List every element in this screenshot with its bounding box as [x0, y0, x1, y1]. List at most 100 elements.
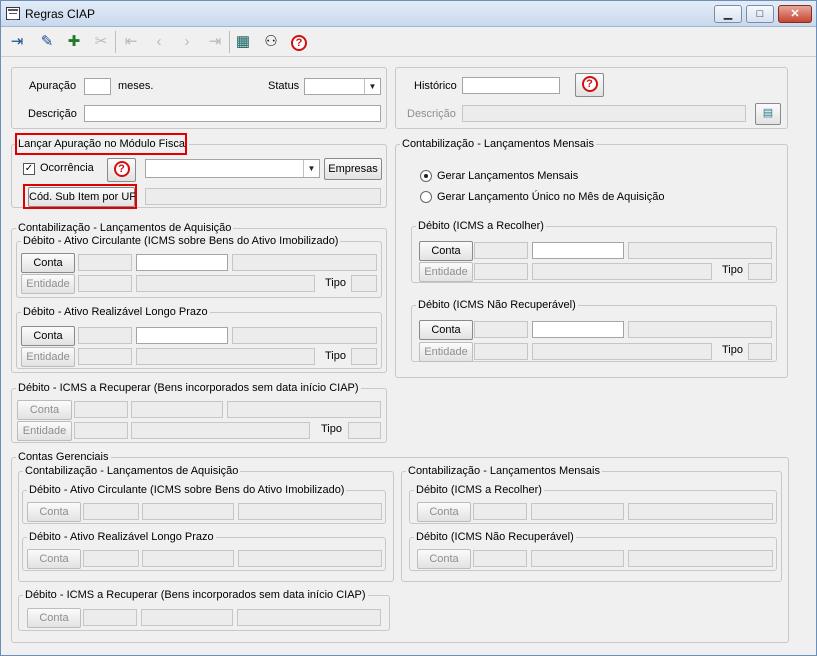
close-button[interactable]: ✕ [778, 5, 812, 23]
icms-recuperar-entidade-button[interactable]: Entidade [17, 421, 72, 441]
icms-nao-recuperavel-desc-field [628, 321, 772, 338]
apuracao-input[interactable] [84, 78, 111, 95]
sub-item-uf-field [145, 188, 381, 205]
contas-gerenciais-legend: Contas Gerenciais [16, 451, 111, 464]
ativo-realizavel-tipo-field [351, 348, 377, 365]
gerenciais-icms-recuperar-desc [237, 609, 381, 626]
icms-nao-recuperavel-conta-button[interactable]: Conta [419, 320, 473, 340]
icms-recolher-tipo-field [748, 263, 772, 280]
toolbar-separator [229, 31, 230, 53]
gerenciais-icms-nao-recuperavel-group: Débito (ICMS Não Recuperável) Conta [409, 531, 777, 571]
icms-recolher-conta-button[interactable]: Conta [419, 241, 473, 261]
contab-aquisicao-legend: Contabilização - Lançamentos de Aquisiçã… [16, 222, 234, 235]
gerenciais-ativo-circulante-desc [238, 503, 382, 520]
icms-recolher-code-field [474, 242, 528, 259]
descricao-input[interactable] [84, 105, 381, 122]
icms-nao-recuperavel-code-field [474, 321, 528, 338]
delete-icon[interactable]: ✂ [89, 30, 113, 54]
icms-nao-recuperavel-legend: Débito (ICMS Não Recuperável) [416, 299, 578, 312]
ocorrencia-label: Ocorrência [40, 162, 94, 174]
help-icon: ? [581, 76, 598, 92]
exit-icon[interactable]: ⇥ [5, 30, 29, 54]
ativo-circulante-desc-field [232, 254, 377, 271]
contab-mensais-legend: Contabilização - Lançamentos Mensais [400, 138, 596, 151]
gerar-unico-radio[interactable] [420, 191, 432, 203]
historico-descricao-field [462, 105, 746, 122]
ativo-realizavel-code-field [78, 327, 132, 344]
list-icon[interactable]: ▤ [755, 103, 781, 125]
ativo-circulante-conta-input[interactable] [136, 254, 228, 271]
title-bar: Regras CIAP ▁ □ ✕ [1, 1, 816, 27]
ativo-circulante-conta-button[interactable]: Conta [21, 253, 75, 273]
icms-nao-recuperavel-conta-input[interactable] [532, 321, 624, 338]
icms-nao-recuperavel-entidade-code [474, 343, 528, 360]
gerenciais-icms-nao-recuperavel-legend: Débito (ICMS Não Recuperável) [414, 531, 576, 544]
gerenciais-mensais-legend: Contabilização - Lançamentos Mensais [406, 465, 602, 478]
icms-recolher-legend: Débito (ICMS a Recolher) [416, 220, 546, 233]
gerenciais-ativo-realizavel-conta-button[interactable]: Conta [27, 549, 81, 569]
historico-help-button[interactable]: ? [575, 73, 604, 97]
gerenciais-icms-nao-recuperavel-conta-button[interactable]: Conta [417, 549, 471, 569]
ativo-realizavel-conta-button[interactable]: Conta [21, 326, 75, 346]
icms-recuperar-conta-button[interactable]: Conta [17, 400, 72, 420]
gerenciais-icms-recuperar-group: Débito - ICMS a Recuperar (Bens incorpor… [18, 589, 390, 631]
pencil-icon[interactable]: ✎ [35, 30, 59, 54]
ativo-realizavel-conta-input[interactable] [136, 327, 228, 344]
previous-record-icon[interactable]: ‹ [147, 30, 171, 54]
help-icon: ? [113, 161, 130, 177]
gerenciais-ativo-circulante-conta-button[interactable]: Conta [27, 502, 81, 522]
icms-recolher-entidade-button[interactable]: Entidade [419, 262, 473, 282]
ativo-circulante-entidade-code [78, 275, 132, 292]
gerenciais-icms-recuperar-conta-button[interactable]: Conta [27, 608, 81, 628]
empresas-button[interactable]: Empresas [324, 158, 382, 180]
icms-recuperar-legend: Débito - ICMS a Recuperar (Bens incorpor… [16, 382, 361, 395]
gerenciais-ativo-circulante-code [83, 503, 139, 520]
first-record-icon[interactable]: ⇤ [119, 30, 143, 54]
icms-nao-recuperavel-entidade-button[interactable]: Entidade [419, 342, 473, 362]
gerenciais-icms-recolher-group: Débito (ICMS a Recolher) Conta [409, 484, 777, 524]
minimize-button[interactable]: ▁ [714, 5, 742, 23]
icms-recolher-entidade-code [474, 263, 528, 280]
grid-icon[interactable]: ▦ [231, 30, 255, 54]
icms-recolher-conta-input[interactable] [532, 242, 624, 259]
ativo-realizavel-entidade-desc [136, 348, 315, 365]
last-record-icon[interactable]: ⇥ [203, 30, 227, 54]
apuracao-label: Apuração [29, 80, 77, 92]
icms-recuperar-entidade-code [74, 422, 128, 439]
gerar-mensais-radio[interactable] [420, 170, 432, 182]
gerenciais-icms-nao-recuperavel-desc [628, 550, 773, 567]
next-record-icon[interactable]: › [175, 30, 199, 54]
icms-nao-recuperavel-group: Débito (ICMS Não Recuperável) Conta Enti… [411, 299, 777, 362]
maximize-button[interactable]: □ [746, 5, 774, 23]
highlight-box [15, 133, 187, 155]
icms-recolher-group: Débito (ICMS a Recolher) Conta Entidade … [411, 220, 777, 283]
ativo-realizavel-legend: Débito - Ativo Realizável Longo Prazo [21, 306, 210, 319]
window-app-icon [6, 7, 20, 20]
ocorrencia-select[interactable]: ▼ [145, 159, 320, 178]
gerar-mensais-label: Gerar Lançamentos Mensais [437, 170, 579, 182]
gerenciais-ativo-realizavel-code [83, 550, 139, 567]
ativo-circulante-entidade-button[interactable]: Entidade [21, 274, 75, 294]
icms-recuperar-tipo-label: Tipo [321, 423, 342, 435]
status-select[interactable]: ▼ [304, 78, 381, 95]
ativo-realizavel-group: Débito - Ativo Realizável Longo Prazo Co… [16, 306, 382, 369]
help-icon[interactable]: ? [287, 30, 311, 54]
regras-ciap-window: Regras CIAP ▁ □ ✕ ⇥ ✎ ✚ ✂ ⇤ ‹ › ⇥ ▦ ⚇ ? … [0, 0, 817, 656]
ativo-circulante-entidade-desc [136, 275, 315, 292]
historico-group: Histórico ? Descrição ▤ [395, 67, 788, 129]
historico-input[interactable] [462, 77, 560, 94]
binoculars-icon[interactable]: ⚇ [259, 30, 283, 54]
icms-recuperar-group: Débito - ICMS a Recuperar (Bens incorpor… [11, 382, 387, 443]
ocorrencia-checkbox[interactable]: ✓ [23, 163, 35, 175]
descricao-label: Descrição [28, 108, 77, 120]
gerenciais-ativo-realizavel-conta [142, 550, 234, 567]
ativo-realizavel-entidade-button[interactable]: Entidade [21, 347, 75, 367]
gerenciais-icms-recuperar-code [83, 609, 137, 626]
ocorrencia-help-button[interactable]: ? [107, 158, 136, 182]
ativo-circulante-tipo-label: Tipo [325, 277, 346, 289]
gerenciais-icms-nao-recuperavel-code [473, 550, 527, 567]
ativo-realizavel-entidade-code [78, 348, 132, 365]
gerenciais-ativo-realizavel-group: Débito - Ativo Realizável Longo Prazo Co… [22, 531, 386, 571]
gerenciais-icms-recolher-conta-button[interactable]: Conta [417, 502, 471, 522]
new-record-icon[interactable]: ✚ [62, 30, 86, 54]
